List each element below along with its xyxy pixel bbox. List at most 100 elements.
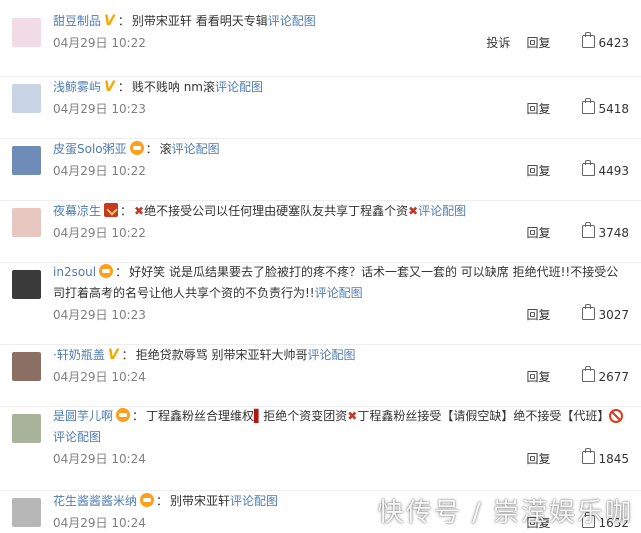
username-link[interactable]: in2soul bbox=[53, 265, 96, 279]
comment-image-link[interactable]: 评论配图 bbox=[230, 494, 278, 508]
reply-button[interactable]: 回复 bbox=[526, 36, 550, 50]
comment-body: 浅鲸雾屿 V：贱不贱呐 nm滚评论配图 04月29日 10:23 回复 5418 bbox=[53, 76, 629, 120]
thumbs-up-icon bbox=[582, 160, 596, 176]
reply-button[interactable]: 回复 bbox=[526, 102, 550, 116]
comment-actions: 回复 3027 bbox=[510, 304, 629, 326]
like-count: 4493 bbox=[598, 164, 629, 178]
timestamp: 04月29日 10:22 bbox=[53, 164, 146, 178]
comment-image-link[interactable]: 评论配图 bbox=[268, 14, 316, 28]
colon-separator: ： bbox=[156, 494, 169, 508]
comment-text: 绝不接受公司以任何理由硬塞队友共享丁程鑫个资 bbox=[144, 204, 409, 218]
comment-text: 拒绝个资变团资 bbox=[263, 409, 348, 423]
comment-body: 皮蛋Solo粥亚 ：滚评论配图 04月29日 10:22 回复 4493 bbox=[53, 138, 629, 182]
colon-separator: ： bbox=[121, 348, 134, 362]
comment-item: 甜豆制品 V：别带宋亚轩 看看明天专辑评论配图 04月29日 10:22 投诉 回复 64… bbox=[0, 10, 641, 77]
thumbs-up-icon bbox=[582, 304, 596, 320]
thumbs-up-icon bbox=[582, 98, 596, 114]
comment-body: 是圆芋儿啊 ：丁程鑫粉丝合理维权▌拒绝个资变团资✖丁程鑫粉丝接受【请假空缺】绝不接… bbox=[53, 406, 629, 470]
username-link[interactable]: 夜幕凉生 bbox=[53, 204, 101, 218]
like-count: 1845 bbox=[598, 452, 629, 466]
comment-meta: 04月29日 10:23 回复 5418 bbox=[53, 98, 629, 120]
comment-actions: 回复 3748 bbox=[510, 222, 629, 244]
like-button[interactable]: 5418 bbox=[566, 98, 629, 116]
verified-v-icon: V bbox=[104, 79, 115, 95]
timestamp: 04月29日 10:22 bbox=[53, 36, 146, 50]
like-count: 3027 bbox=[598, 308, 629, 322]
username-link[interactable]: 甜豆制品 bbox=[53, 14, 101, 28]
comment-content: 皮蛋Solo粥亚 ：滚评论配图 bbox=[53, 138, 629, 160]
colon-separator: ： bbox=[117, 14, 130, 28]
avatar[interactable] bbox=[12, 146, 41, 175]
avatar[interactable] bbox=[12, 18, 41, 47]
username-link[interactable]: ·轩奶瓶盖 bbox=[53, 348, 105, 362]
vip-badge-icon bbox=[104, 203, 119, 217]
comment-image-link[interactable]: 评论配图 bbox=[172, 142, 220, 156]
comment-meta: 04月29日 10:22 回复 4493 bbox=[53, 160, 629, 182]
comment-actions: 回复 1845 bbox=[510, 448, 629, 470]
username-link[interactable]: 浅鲸雾屿 bbox=[53, 80, 101, 94]
comment-list: 甜豆制品 V：别带宋亚轩 看看明天专辑评论配图 04月29日 10:22 投诉 回复 64… bbox=[0, 0, 641, 533]
thumbs-up-icon bbox=[582, 222, 596, 238]
username-link[interactable]: 皮蛋Solo粥亚 bbox=[53, 142, 127, 156]
comment-meta: 04月29日 10:22 投诉 回复 6423 bbox=[53, 32, 629, 54]
report-button[interactable]: 投诉 bbox=[486, 36, 510, 50]
comment-image-link[interactable]: 评论配图 bbox=[315, 286, 363, 300]
like-button[interactable]: 1845 bbox=[566, 448, 629, 466]
comment-item: 皮蛋Solo粥亚 ：滚评论配图 04月29日 10:22 回复 4493 bbox=[0, 138, 641, 201]
reply-button[interactable]: 回复 bbox=[526, 370, 550, 384]
comment-content: 甜豆制品 V：别带宋亚轩 看看明天专辑评论配图 bbox=[53, 10, 629, 32]
avatar[interactable] bbox=[12, 498, 41, 527]
comment-content: 浅鲸雾屿 V：贱不贱呐 nm滚评论配图 bbox=[53, 76, 629, 98]
like-count: 2677 bbox=[598, 370, 629, 384]
avatar[interactable] bbox=[12, 84, 41, 113]
avatar[interactable] bbox=[12, 208, 41, 237]
like-button[interactable]: 2677 bbox=[566, 366, 629, 384]
reply-button[interactable]: 回复 bbox=[526, 226, 550, 240]
comment-image-link[interactable]: 评论配图 bbox=[308, 348, 356, 362]
prohibited-icon bbox=[609, 409, 624, 423]
like-button[interactable]: 6423 bbox=[566, 32, 629, 50]
comment-image-link[interactable]: 评论配图 bbox=[215, 80, 263, 94]
like-count: 5418 bbox=[598, 102, 629, 116]
comment-text: 别带宋亚轩 看看明天专辑 bbox=[131, 14, 268, 28]
username-link[interactable]: 花生酱酱酱米纳 bbox=[53, 494, 137, 508]
reply-button[interactable]: 回复 bbox=[526, 164, 550, 178]
comment-text: 贱不贱呐 nm滚 bbox=[131, 80, 215, 94]
avatar[interactable] bbox=[12, 270, 41, 299]
comment-meta: 04月29日 10:24 回复 2677 bbox=[53, 366, 629, 388]
timestamp: 04月29日 10:22 bbox=[53, 226, 146, 240]
like-button[interactable]: 3748 bbox=[566, 222, 629, 240]
comment-image-link[interactable]: 评论配图 bbox=[53, 430, 101, 444]
cross-emoji-icon: ✖ bbox=[408, 204, 419, 218]
comment-text: 丁程鑫粉丝合理维权 bbox=[146, 409, 255, 423]
comment-actions: 回复 2677 bbox=[510, 366, 629, 388]
comment-item: ·轩奶瓶盖 V：拒绝贷款辱骂 别带宋亚轩大帅哥评论配图 04月29日 10:24 回复… bbox=[0, 344, 641, 407]
member-crown-icon bbox=[99, 264, 114, 278]
red-bar-emoji-icon: ▌ bbox=[254, 409, 264, 423]
comment-text: 拒绝贷款辱骂 别带宋亚轩大帅哥 bbox=[135, 348, 308, 362]
timestamp: 04月29日 10:24 bbox=[53, 370, 146, 384]
like-button[interactable]: 3027 bbox=[566, 304, 629, 322]
username-link[interactable]: 是圆芋儿啊 bbox=[53, 409, 113, 423]
comment-body: 夜幕凉生： ✖绝不接受公司以任何理由硬塞队友共享丁程鑫个资✖评论配图 04月29日 … bbox=[53, 200, 629, 244]
comment-meta: 04月29日 10:23 回复 3027 bbox=[53, 304, 629, 326]
comment-content: 是圆芋儿啊 ：丁程鑫粉丝合理维权▌拒绝个资变团资✖丁程鑫粉丝接受【请假空缺】绝不接… bbox=[53, 406, 629, 448]
reply-button[interactable]: 回复 bbox=[526, 452, 550, 466]
comment-meta: 04月29日 10:24 回复 1845 bbox=[53, 448, 629, 470]
watermark: 快传号 / 崇滢娱乐咖 bbox=[377, 498, 633, 528]
clipped-top-text bbox=[12, 0, 212, 2]
like-count: 3748 bbox=[598, 226, 629, 240]
comment-content: 夜幕凉生： ✖绝不接受公司以任何理由硬塞队友共享丁程鑫个资✖评论配图 bbox=[53, 200, 629, 222]
member-crown-icon bbox=[129, 141, 144, 155]
reply-button[interactable]: 回复 bbox=[526, 308, 550, 322]
comment-item: 浅鲸雾屿 V：贱不贱呐 nm滚评论配图 04月29日 10:23 回复 5418 bbox=[0, 76, 641, 139]
comment-content: in2soul：好好笑 说是瓜结果要去了脸被打的疼不疼？话术一套又一套的 可以缺… bbox=[53, 262, 629, 304]
comment-actions: 回复 5418 bbox=[510, 98, 629, 120]
comment-text: 别带宋亚轩 bbox=[170, 494, 231, 508]
colon-separator: ： bbox=[145, 142, 158, 156]
avatar[interactable] bbox=[12, 352, 41, 381]
avatar[interactable] bbox=[12, 414, 41, 443]
like-button[interactable]: 4493 bbox=[566, 160, 629, 178]
comment-image-link[interactable]: 评论配图 bbox=[418, 204, 466, 218]
thumbs-up-icon bbox=[582, 32, 596, 48]
